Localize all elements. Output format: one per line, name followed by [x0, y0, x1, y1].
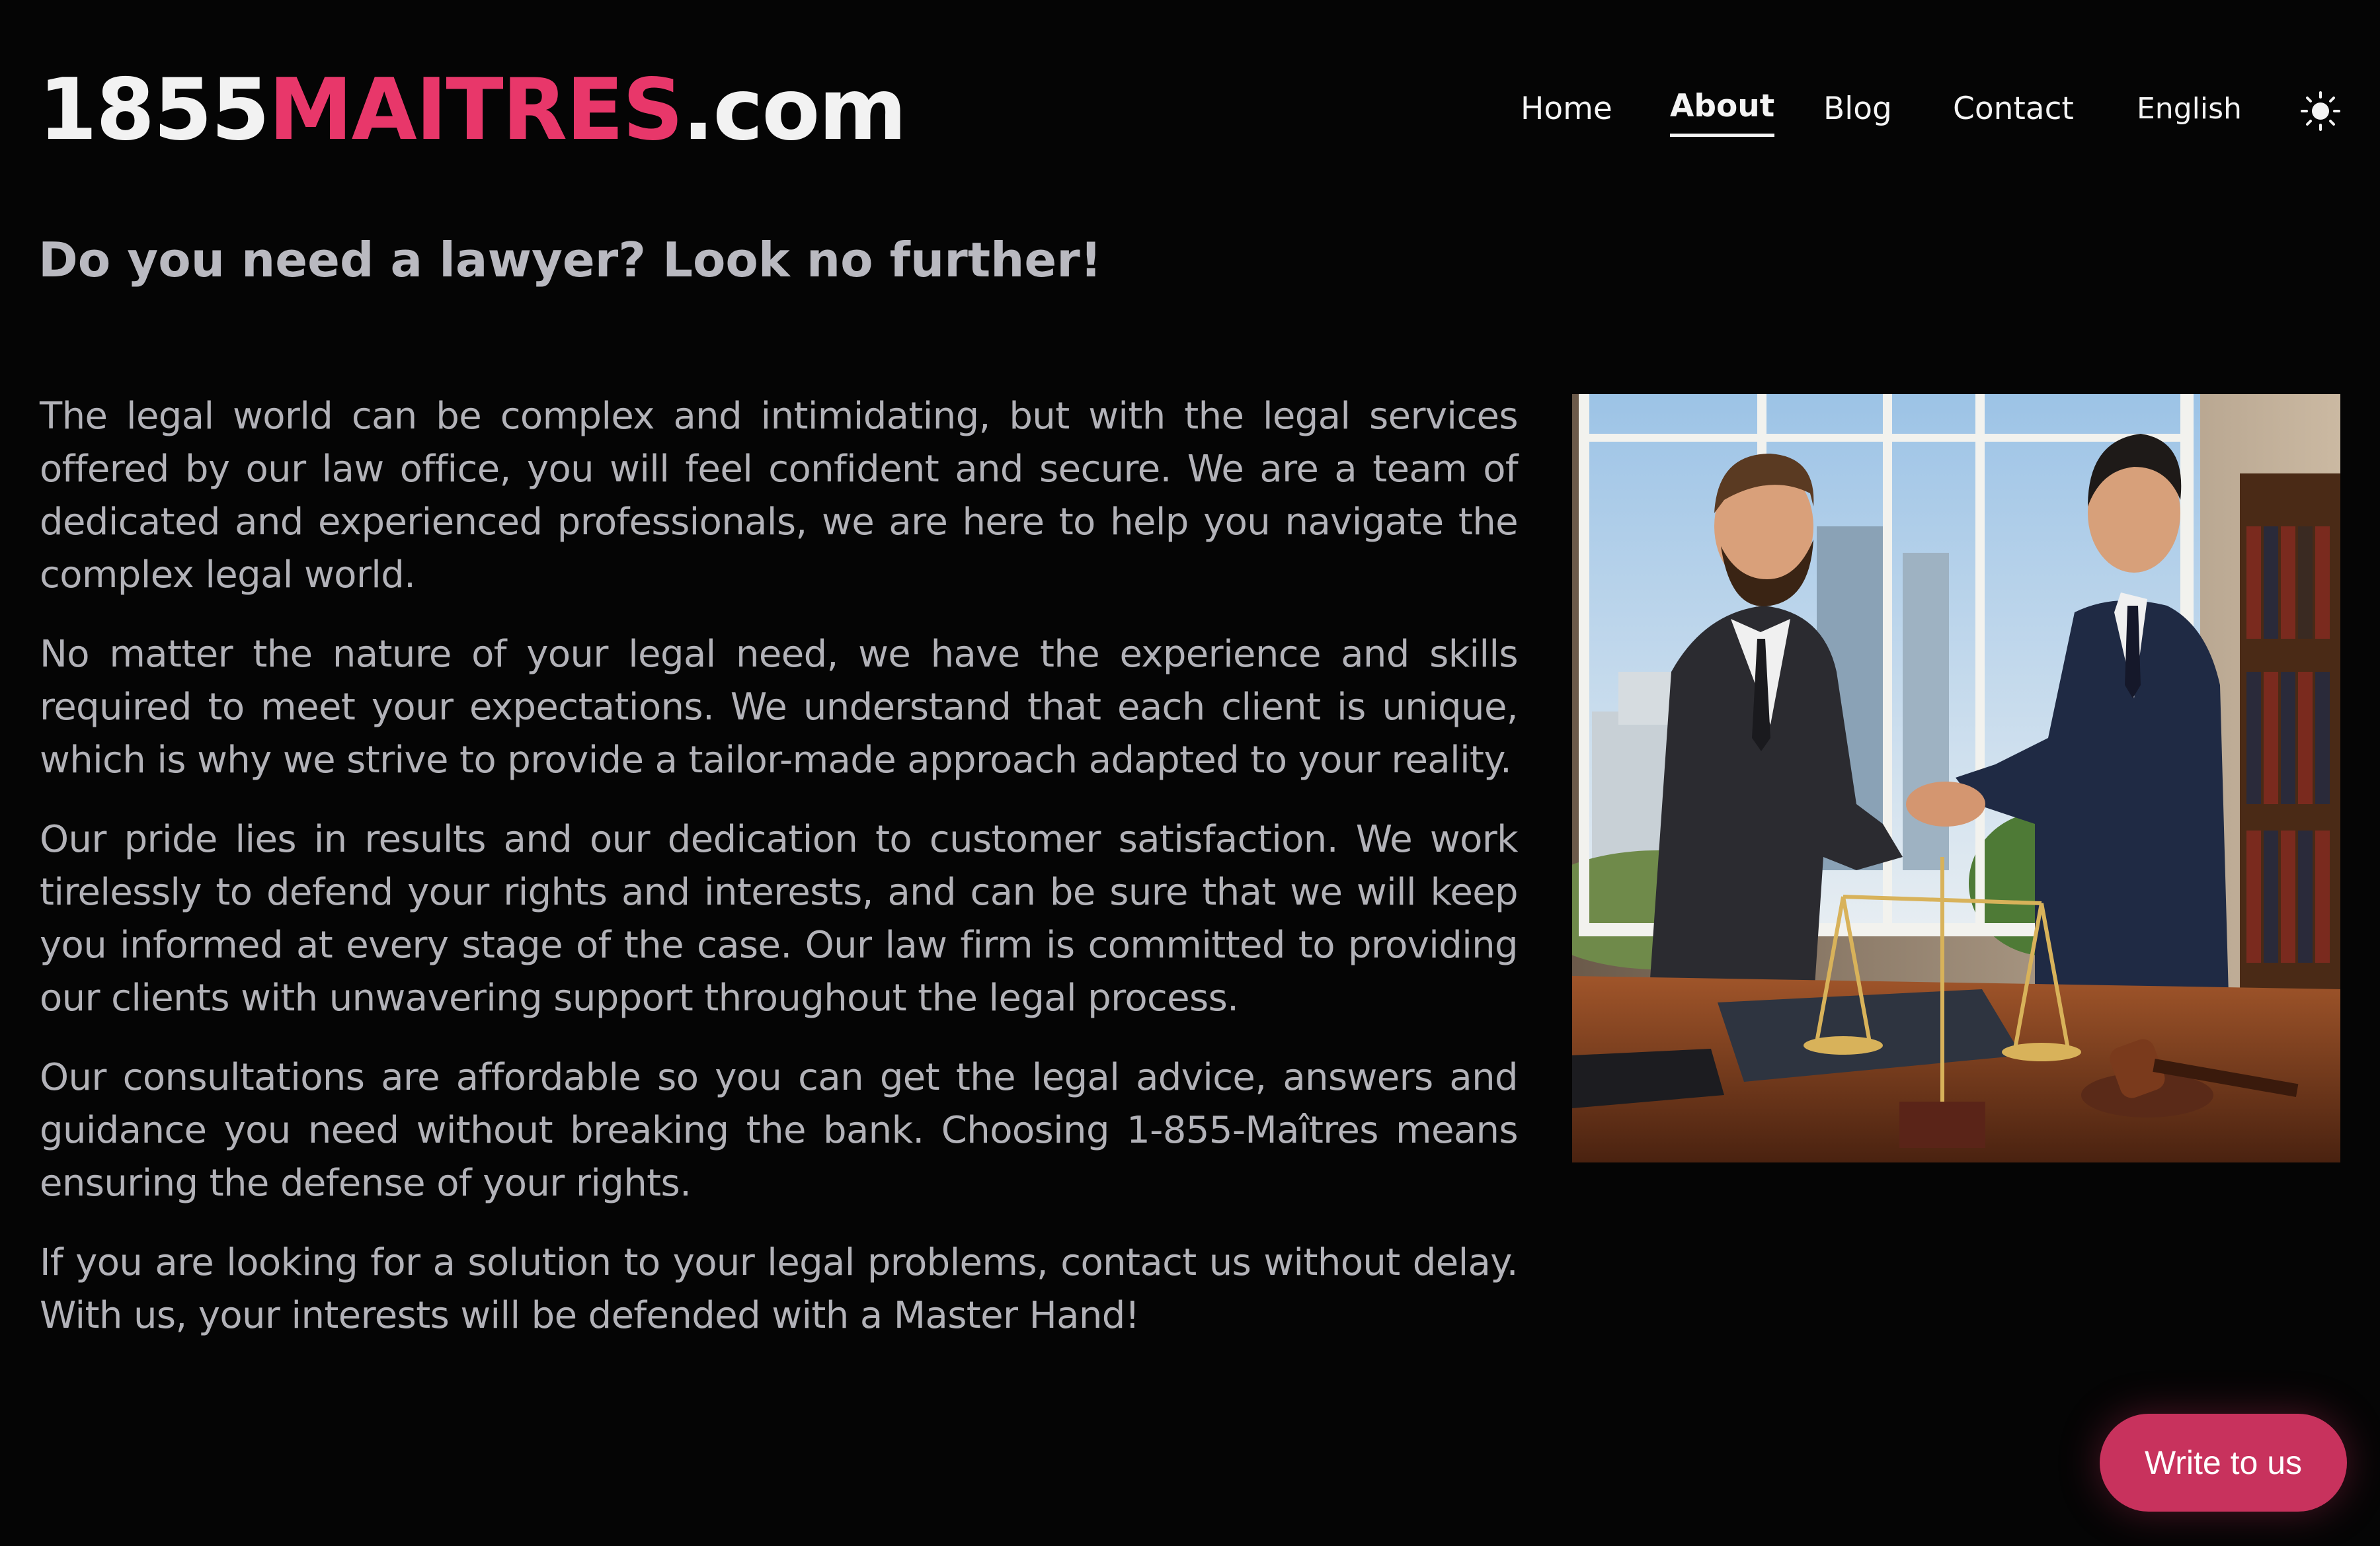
paragraph-intro: The legal world can be complex and intim… — [40, 395, 1519, 596]
paragraph-contact: If you are looking for a solution to you… — [40, 1241, 1519, 1337]
sun-icon — [2301, 91, 2340, 131]
lawyers-handshake-image — [1572, 394, 2340, 1162]
site-header: 1855MAITRES.com Home About Blog Contact … — [0, 0, 2380, 218]
paragraph-experience: No matter the nature of your legal need,… — [40, 633, 1519, 782]
logo-number: 1855 — [38, 61, 270, 159]
theme-toggle-button[interactable] — [2299, 90, 2342, 132]
nav-about[interactable]: About — [1670, 79, 1775, 137]
page-headline: Do you need a lawyer? Look no further! — [38, 232, 1102, 288]
about-content: The legal world can be complex and intim… — [40, 390, 1519, 1369]
paragraph-pride: Our pride lies in results and our dedica… — [40, 818, 1519, 1020]
site-logo[interactable]: 1855MAITRES.com — [38, 54, 907, 167]
language-selector[interactable]: English — [2137, 79, 2242, 139]
logo-brand: MAITRES — [268, 61, 684, 159]
logo-domain: .com — [682, 61, 907, 159]
nav-blog[interactable]: Blog — [1823, 79, 1892, 139]
nav-home[interactable]: Home — [1521, 79, 1612, 139]
nav-contact[interactable]: Contact — [1953, 79, 2074, 139]
paragraph-consultations: Our consultations are affordable so you … — [40, 1056, 1519, 1205]
write-to-us-button[interactable]: Write to us — [2100, 1414, 2347, 1512]
